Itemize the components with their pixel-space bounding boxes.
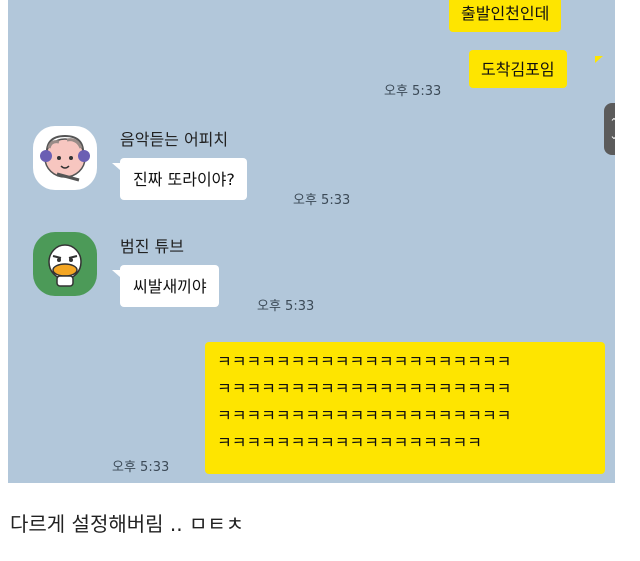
message-time: 오후 5:33 xyxy=(384,84,442,99)
bubble-tail xyxy=(595,56,603,63)
sender-name: 범진 튜브 xyxy=(120,237,184,256)
sender-name: 음악듣는 어피치 xyxy=(120,130,229,149)
chevron-up-icon: ⌃ xyxy=(609,116,615,129)
apeach-headphones-avatar-icon xyxy=(40,134,90,182)
chevron-down-icon: ⌄ xyxy=(609,129,615,142)
message-text: 씨발새끼야 xyxy=(133,277,207,296)
message-text: 출발인천인데 xyxy=(461,4,550,23)
post-caption: 다르게 설정해버림 .. ㅁㅌㅊ xyxy=(10,512,245,536)
message-line: ㅋㅋㅋㅋㅋㅋㅋㅋㅋㅋㅋㅋㅋㅋㅋㅋㅋㅋㅋㅋ xyxy=(217,406,512,425)
friend-message-bubble[interactable]: 진짜 또라이야? xyxy=(120,158,247,200)
message-time: 오후 5:33 xyxy=(257,299,315,314)
message-line: ㅋㅋㅋㅋㅋㅋㅋㅋㅋㅋㅋㅋㅋㅋㅋㅋㅋㅋㅋㅋ xyxy=(217,352,512,371)
scroll-up-down-icon[interactable]: ⌃ ⌄ xyxy=(604,103,615,155)
friend-message-bubble[interactable]: 씨발새끼야 xyxy=(120,265,219,307)
message-time: 오후 5:33 xyxy=(293,193,351,208)
bubble-tail xyxy=(112,163,120,170)
tube-duck-avatar-icon xyxy=(48,244,82,287)
my-message-bubble[interactable]: 출발인천인데 xyxy=(449,0,562,32)
message-text: 진짜 또라이야? xyxy=(133,170,235,189)
my-message-bubble[interactable]: ㅋㅋㅋㅋㅋㅋㅋㅋㅋㅋㅋㅋㅋㅋㅋㅋㅋㅋㅋㅋ ㅋㅋㅋㅋㅋㅋㅋㅋㅋㅋㅋㅋㅋㅋㅋㅋㅋㅋㅋ… xyxy=(205,342,605,474)
bubble-tail xyxy=(595,348,603,355)
chat-room: 출발인천인데 오후 5:33 도착김포임 음악듣는 어피치 진짜 또라이야? 오… xyxy=(8,0,615,483)
my-message-bubble[interactable]: 도착김포임 xyxy=(469,50,567,88)
message-time: 오후 5:33 xyxy=(112,460,170,475)
avatar[interactable] xyxy=(33,232,97,296)
message-text: 도착김포임 xyxy=(481,60,555,79)
message-line: ㅋㅋㅋㅋㅋㅋㅋㅋㅋㅋㅋㅋㅋㅋㅋㅋㅋㅋ xyxy=(217,433,482,452)
message-line: ㅋㅋㅋㅋㅋㅋㅋㅋㅋㅋㅋㅋㅋㅋㅋㅋㅋㅋㅋㅋ xyxy=(217,379,512,398)
bubble-tail xyxy=(112,270,120,277)
avatar[interactable] xyxy=(33,126,97,190)
